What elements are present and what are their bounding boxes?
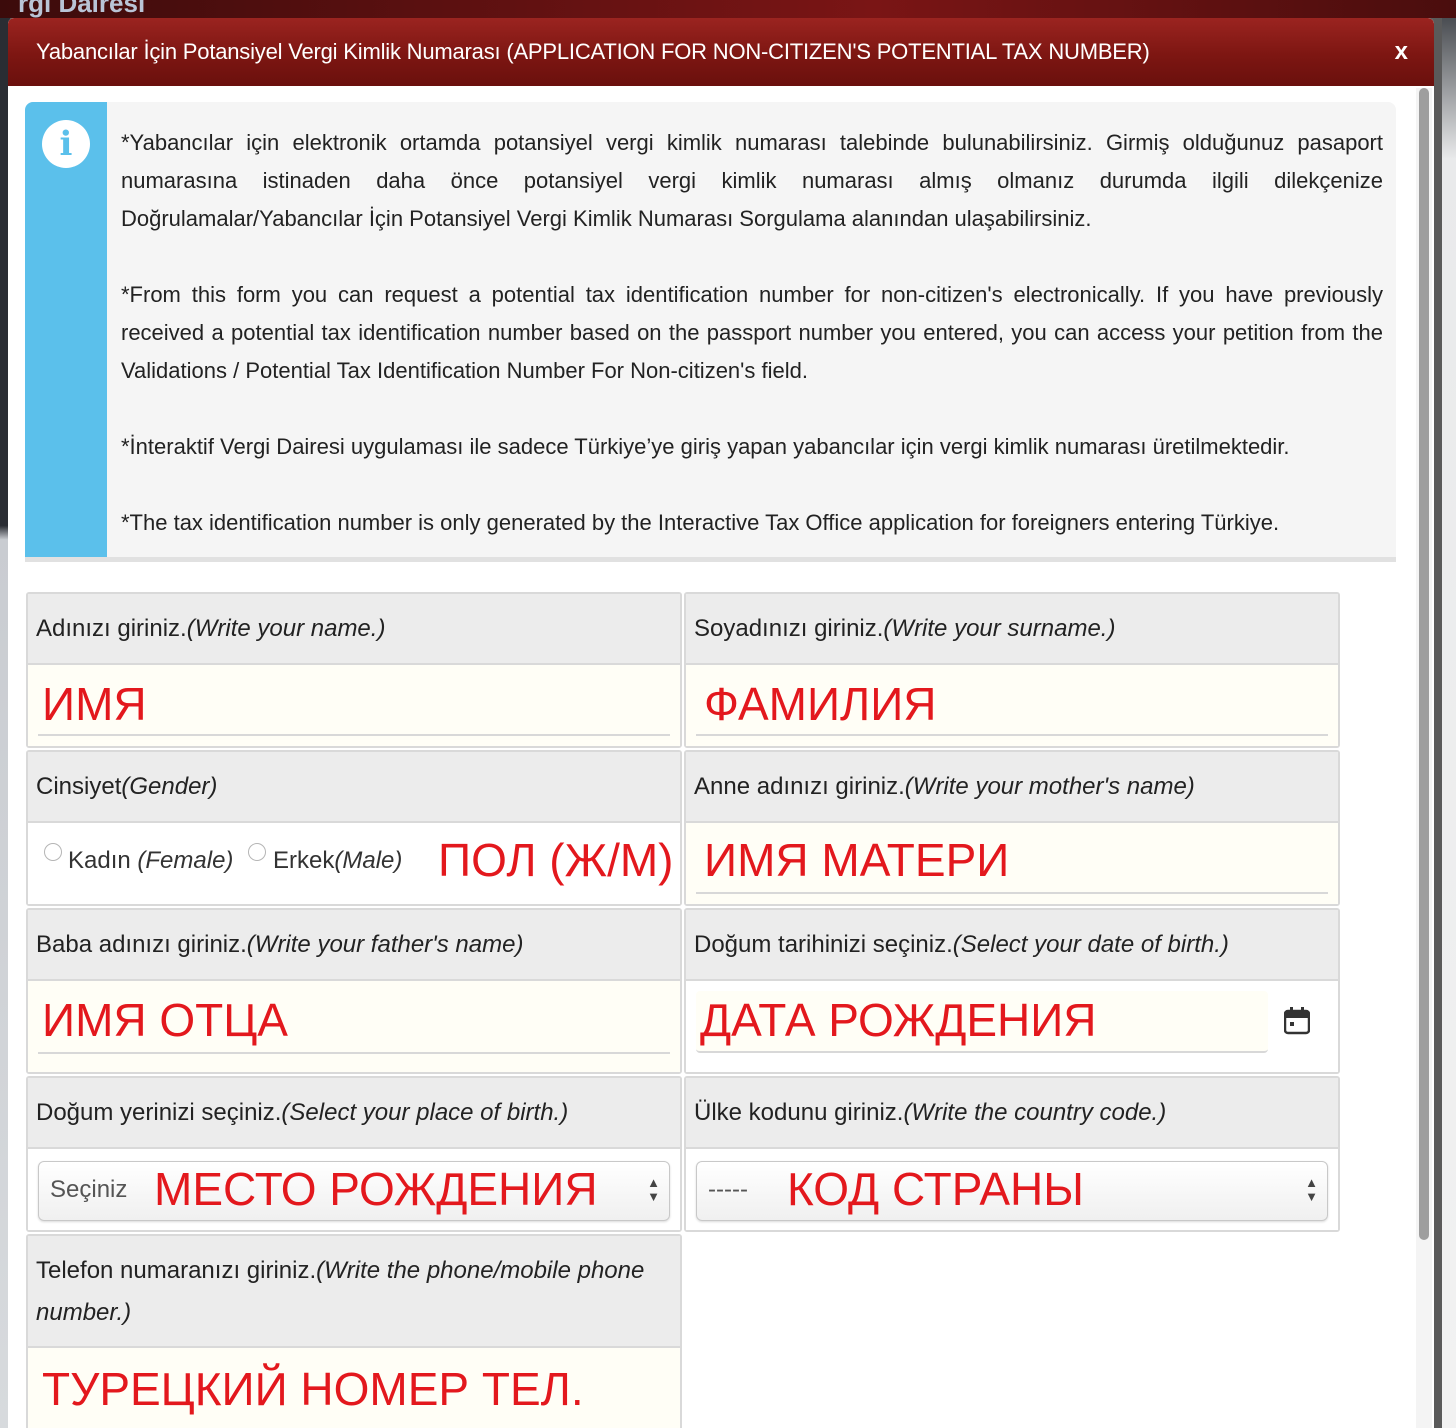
info-paragraph-en-note: *The tax identification number is only g… [121, 510, 1280, 535]
father-name-input[interactable]: ИМЯ ОТЦА [28, 981, 680, 1072]
background-right [1442, 18, 1456, 1428]
birthplace-label: Doğum yerinizi seçiniz. (Select your plac… [28, 1078, 680, 1149]
info-text: *Yabancılar için elektronik ortamda pota… [121, 124, 1383, 542]
birthplace-selected-value: Seçiniz [50, 1176, 128, 1203]
birthdate-field-group: Doğum tarihinizi seçiniz. (Select your d… [684, 908, 1340, 1074]
info-paragraph-tr: *Yabancılar için elektronik ortamda pota… [121, 130, 1383, 231]
birthplace-select[interactable]: Seçiniz МЕСТО РОЖДЕНИЯ ▲ ▼ [38, 1161, 670, 1221]
modal-title: Yabancılar İçin Potansiyel Vergi Kimlik … [36, 39, 1150, 64]
phone-annotation: ТУРЕЦКИЙ НОМЕР ТЕЛ. [42, 1363, 584, 1415]
birthdate-area: ДАТА РОЖДЕНИЯ [686, 981, 1338, 1072]
female-radio[interactable] [44, 843, 62, 861]
gender-field-group: Cinsiyet (Gender) Kadın (Female) Erkek(M… [26, 750, 682, 906]
gender-annotation: ПОЛ (Ж/М) [438, 834, 674, 886]
father-name-label: Baba adınızı giriniz. (Write your father… [28, 910, 680, 981]
info-paragraph-tr-note: *İnteraktif Vergi Dairesi uygulaması ile… [121, 434, 1290, 459]
scrollbar-thumb[interactable] [1419, 88, 1429, 1240]
birthdate-annotation: ДАТА РОЖДЕНИЯ [700, 994, 1097, 1046]
father-name-underline [38, 1052, 670, 1054]
birthplace-annotation: МЕСТО РОЖДЕНИЯ [154, 1163, 598, 1215]
background-header: rgi Dairesi [0, 0, 1456, 18]
close-button[interactable]: x [1395, 38, 1408, 66]
info-icon-column: i [25, 102, 107, 557]
country-code-field-group: Ülke kodunu giriniz. (Write the country c… [684, 1076, 1340, 1232]
surname-field-group: Soyadınızı giriniz. (Write your surname.)… [684, 592, 1340, 748]
birthplace-area: Seçiniz МЕСТО РОЖДЕНИЯ ▲ ▼ [28, 1149, 680, 1230]
info-box: i *Yabancılar için elektronik ortamda po… [25, 102, 1396, 562]
select-arrows-icon: ▲ ▼ [1305, 1175, 1318, 1204]
name-input[interactable]: ИМЯ [28, 665, 680, 746]
calendar-icon[interactable] [1284, 1007, 1310, 1035]
mother-name-underline [696, 892, 1328, 894]
country-code-annotation: КОД СТРАНЫ [787, 1163, 1085, 1215]
country-code-area: ----- КОД СТРАНЫ ▲ ▼ [686, 1149, 1338, 1230]
info-icon: i [42, 120, 90, 168]
name-annotation: ИМЯ [42, 678, 147, 730]
phone-input[interactable]: ТУРЕЦКИЙ НОМЕР ТЕЛ. [28, 1348, 680, 1428]
surname-input-underline [696, 734, 1328, 736]
surname-label: Soyadınızı giriniz. (Write your surname.) [686, 594, 1338, 665]
country-code-select[interactable]: ----- КОД СТРАНЫ ▲ ▼ [696, 1161, 1328, 1221]
female-label[interactable]: Kadın (Female) [68, 847, 233, 875]
name-input-underline [38, 734, 670, 736]
birthdate-input[interactable]: ДАТА РОЖДЕНИЯ [696, 991, 1268, 1053]
info-paragraph-en: *From this form you can request a potent… [121, 282, 1383, 383]
male-radio[interactable] [248, 843, 266, 861]
birthplace-field-group: Doğum yerinizi seçiniz. (Select your plac… [26, 1076, 682, 1232]
name-label: Adınızı giriniz. (Write your name.) [28, 594, 680, 665]
father-name-field-group: Baba adınızı giriniz. (Write your father… [26, 908, 682, 1074]
mother-name-field-group: Anne adınızı giriniz. (Write your mother… [684, 750, 1340, 906]
male-label[interactable]: Erkek(Male) [273, 847, 402, 875]
phone-field-group: Telefon numaranızı giriniz.(Write the ph… [26, 1234, 682, 1428]
birthdate-label: Doğum tarihinizi seçiniz. (Select your d… [686, 910, 1338, 981]
father-name-annotation: ИМЯ ОТЦА [42, 994, 288, 1046]
background-title-fragment: rgi Dairesi [18, 0, 146, 18]
select-arrows-icon: ▲ ▼ [647, 1175, 660, 1204]
mother-name-input[interactable]: ИМЯ МАТЕРИ [686, 823, 1338, 904]
mother-name-annotation: ИМЯ МАТЕРИ [704, 834, 1010, 886]
phone-label: Telefon numaranızı giriniz.(Write the ph… [28, 1236, 680, 1348]
gender-label: Cinsiyet (Gender) [28, 752, 680, 823]
tax-number-modal: Yabancılar İçin Potansiyel Vergi Kimlik … [8, 18, 1434, 1428]
name-field-group: Adınızı giriniz. (Write your name.) ИМЯ [26, 592, 682, 748]
modal-content: i *Yabancılar için elektronik ortamda po… [25, 102, 1397, 1428]
surname-input[interactable]: ФАМИЛИЯ [686, 665, 1338, 746]
country-code-label: Ülke kodunu giriniz. (Write the country c… [686, 1078, 1338, 1149]
country-code-selected-value: ----- [708, 1176, 748, 1203]
scrollbar[interactable] [1416, 88, 1432, 1428]
gender-options: Kadın (Female) Erkek(Male) ПОЛ (Ж/М) [28, 823, 680, 904]
mother-name-label: Anne adınızı giriniz. (Write your mother… [686, 752, 1338, 823]
modal-header: Yabancılar İçin Potansiyel Vergi Kimlik … [8, 18, 1434, 86]
surname-annotation: ФАМИЛИЯ [704, 678, 937, 730]
